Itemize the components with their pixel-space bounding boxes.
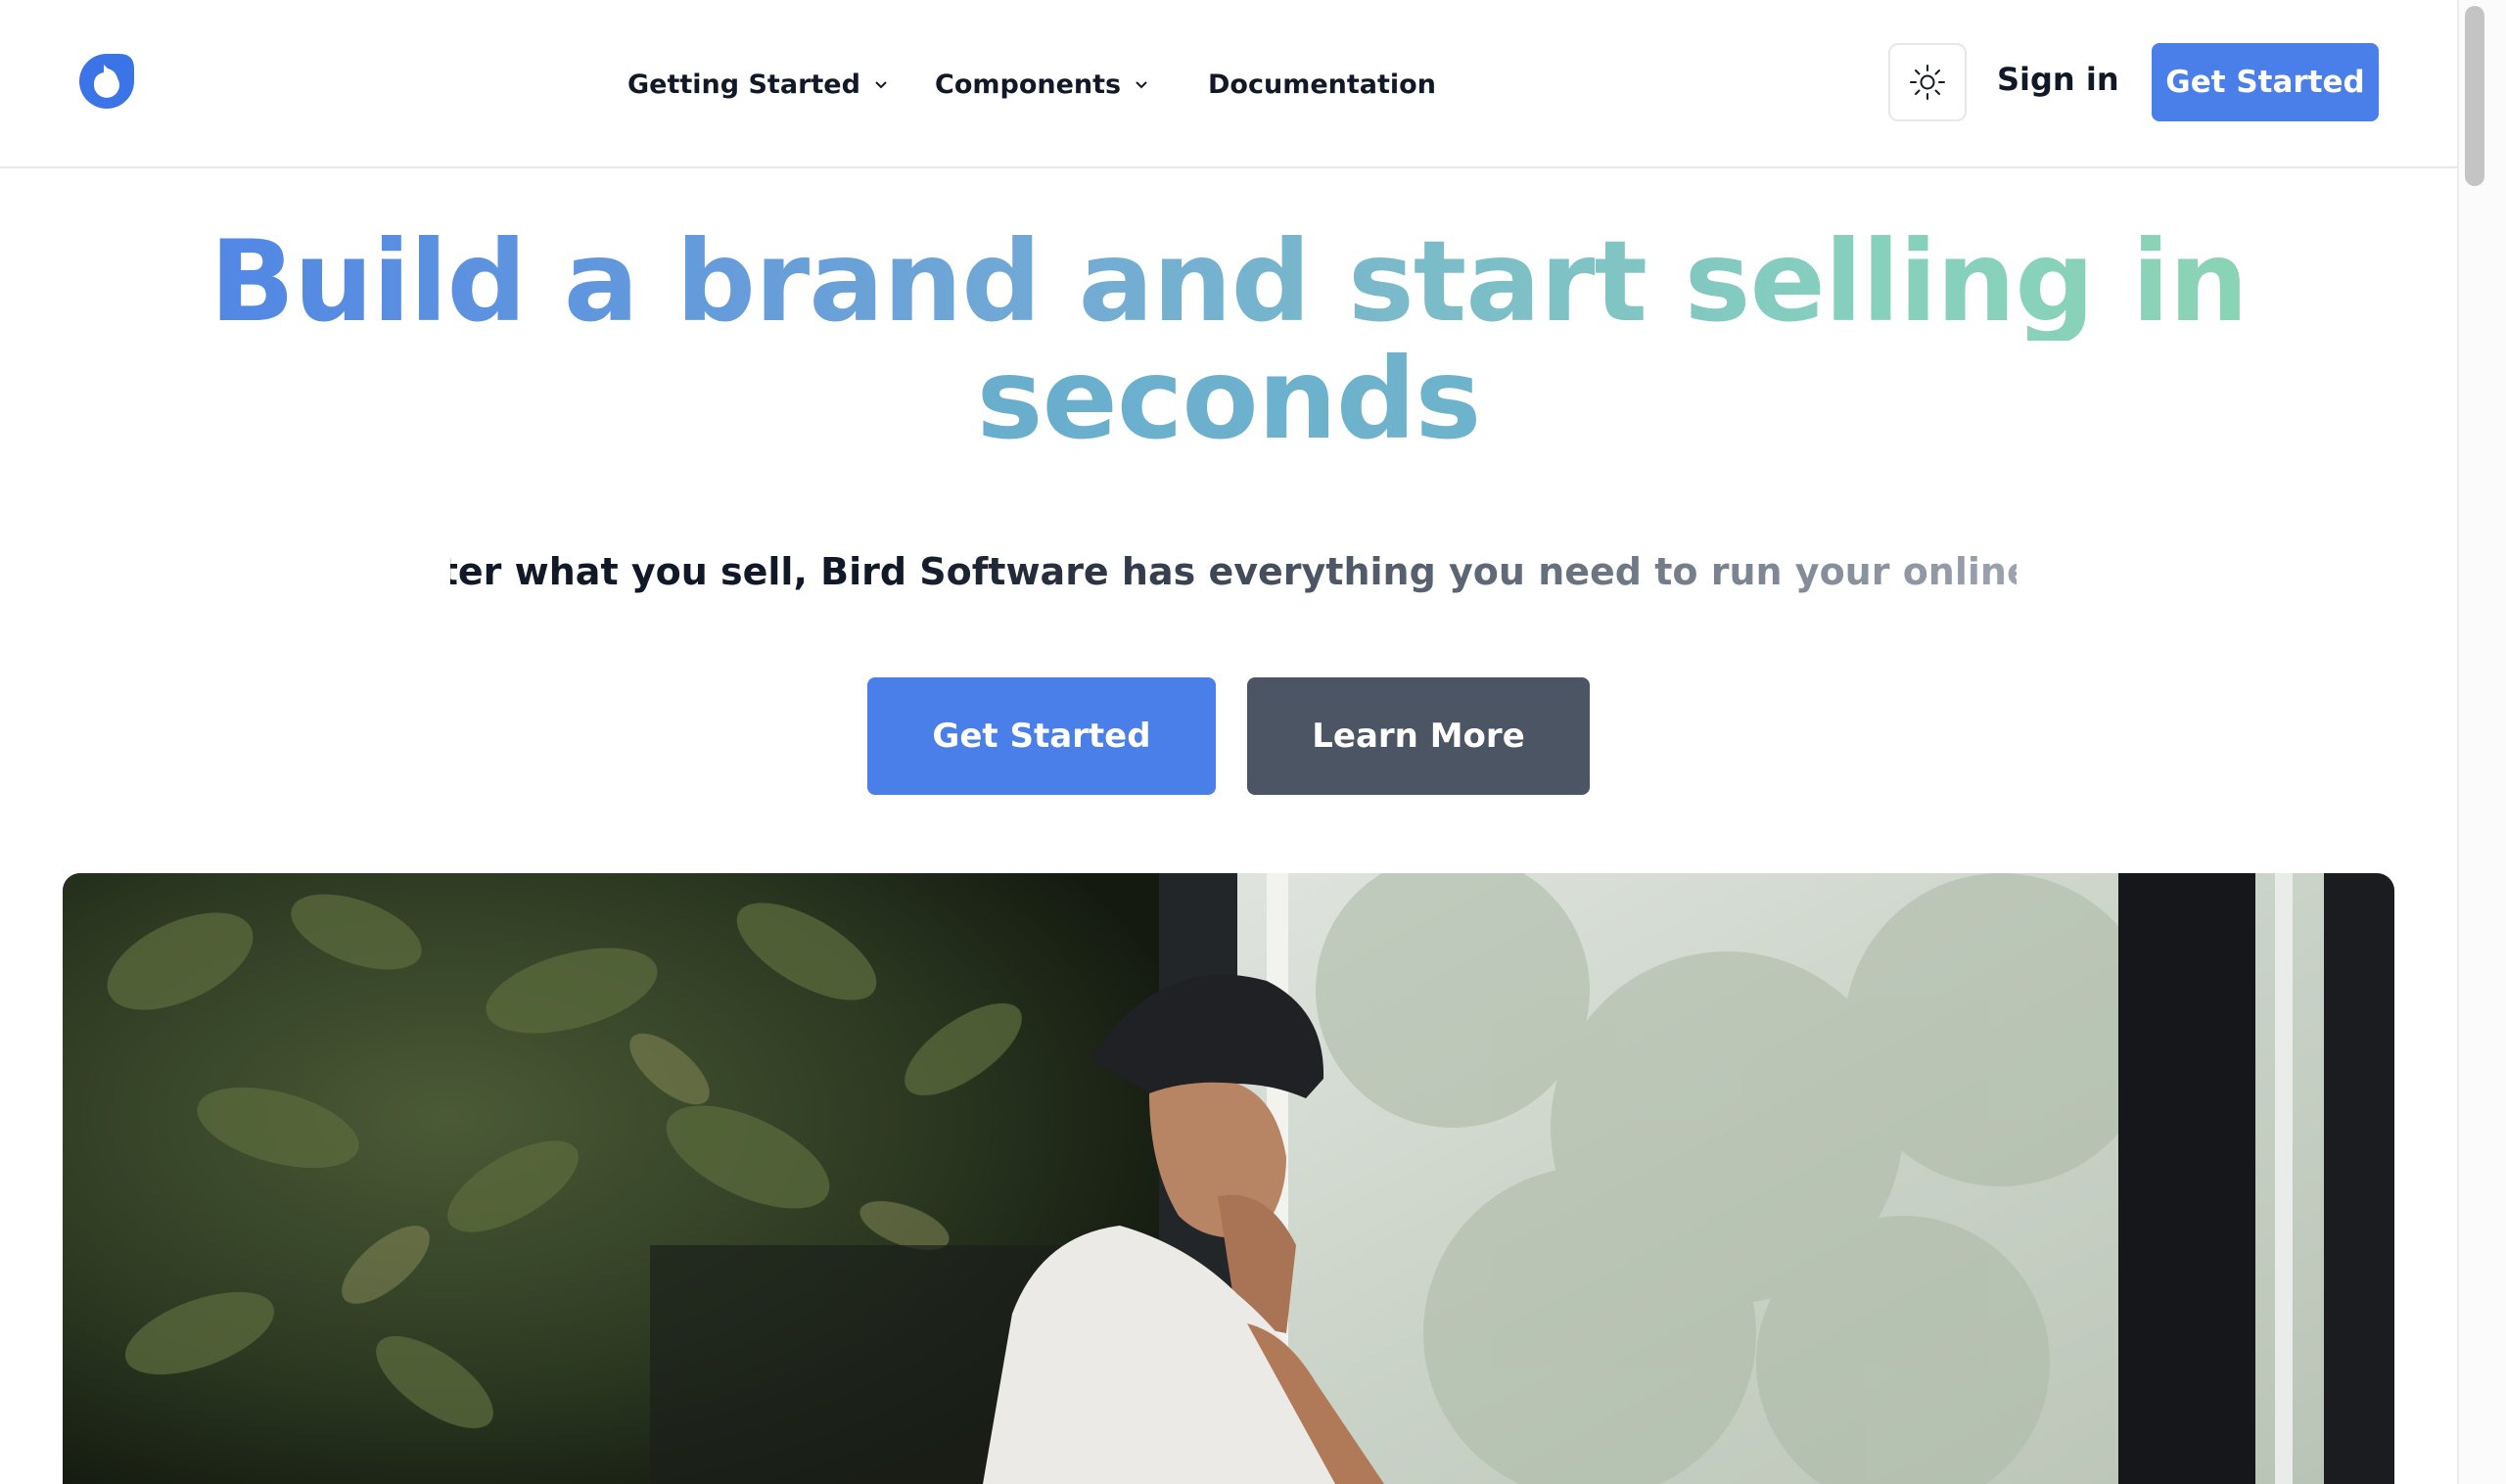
hero-title-line2: seconds — [0, 341, 2457, 458]
theme-toggle-button[interactable] — [1888, 43, 1967, 121]
sun-icon — [1910, 65, 1945, 100]
nav-components-label: Components — [935, 69, 1122, 100]
nav-getting-started-label: Getting Started — [627, 69, 860, 100]
scrollbar-track[interactable] — [2457, 0, 2506, 1484]
nav-getting-started[interactable]: Getting Started — [627, 65, 890, 104]
scrollbar-thumb[interactable] — [2465, 6, 2484, 186]
learn-more-button[interactable]: Learn More — [1247, 677, 1590, 795]
hero-photo — [63, 873, 2394, 1484]
chevron-down-icon — [875, 81, 887, 89]
chevron-down-icon — [1136, 81, 1147, 89]
logo-icon[interactable] — [74, 49, 139, 114]
header-get-started-button[interactable]: Get Started — [2152, 43, 2379, 121]
hero-subtitle: No matter what you sell, Bird Software h… — [0, 544, 2457, 599]
site-header: Getting Started Components Documentation — [0, 0, 2457, 168]
hero-title: Build a brand and start selling in secon… — [0, 223, 2457, 458]
get-started-button[interactable]: Get Started — [867, 677, 1216, 795]
landing-page: Getting Started Components Documentation — [0, 0, 2506, 1484]
nav-components[interactable]: Components — [935, 65, 1150, 104]
hero-title-line1: Build a brand and start selling in — [0, 223, 2457, 341]
nav-documentation-label: Documentation — [1208, 69, 1436, 100]
sign-in-link[interactable]: Sign in — [1997, 61, 2119, 104]
nav-documentation[interactable]: Documentation — [1208, 65, 1436, 104]
